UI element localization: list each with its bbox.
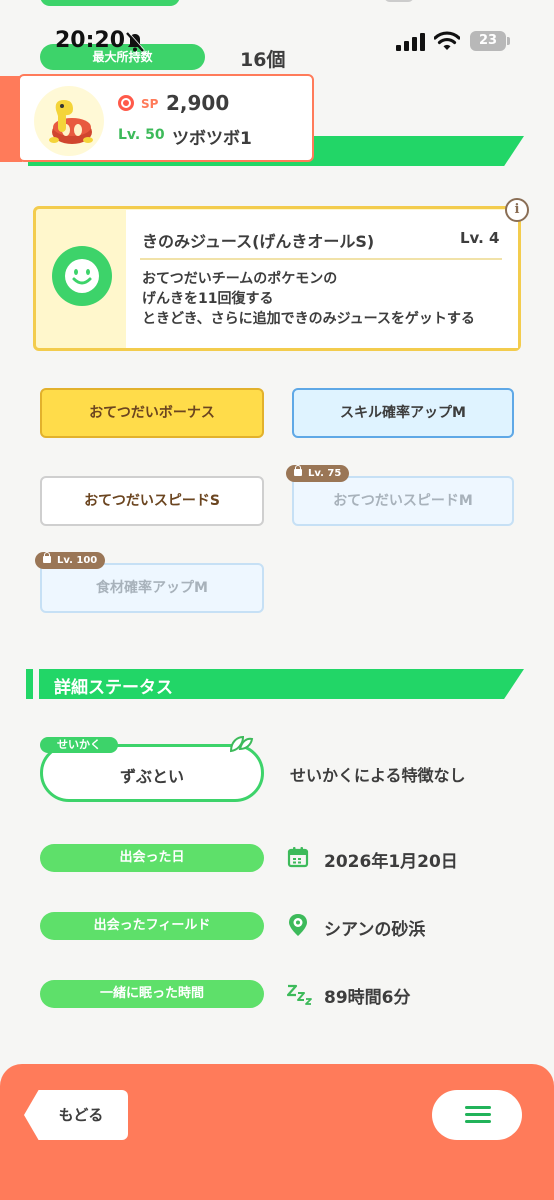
sub-skill-helping-speed-m[interactable]: おてつだいスピードM xyxy=(292,476,514,526)
battery-indicator: 23 xyxy=(470,31,506,51)
sub-skill-ingredient-finder-m[interactable]: 食材確率アップM xyxy=(40,563,264,613)
met-field-label: 出会ったフィールド xyxy=(40,912,264,940)
map-pin-icon xyxy=(289,914,307,936)
partial-top-cap xyxy=(384,0,414,2)
pokemon-avatar xyxy=(34,86,104,156)
battery-nub xyxy=(507,37,510,45)
lock-icon xyxy=(294,465,302,476)
shuckle-icon xyxy=(49,100,93,144)
met-date-label: 出会った日 xyxy=(40,844,264,872)
status-time: 20:20 xyxy=(55,28,126,53)
main-skill-description: おてつだいチームのポケモンの げんきを11回復する ときどき、さらに追加できのみ… xyxy=(142,271,475,327)
sp-value: 2,900 xyxy=(166,91,230,115)
met-field-value: シアンの砂浜 xyxy=(324,920,426,940)
menu-button[interactable] xyxy=(432,1090,522,1140)
sp-icon xyxy=(118,95,134,111)
lock-badge-level: Lv. 75 xyxy=(308,468,342,479)
nature-value: ずぶとい xyxy=(119,767,184,786)
main-skill-level: Lv. 4 xyxy=(460,229,500,247)
partial-top-pill xyxy=(40,0,180,6)
menu-icon-line xyxy=(465,1106,491,1109)
lock-badge-lv100: Lv. 100 xyxy=(35,552,106,569)
sleep-zzz-icon xyxy=(287,984,312,1005)
bell-muted-icon xyxy=(126,31,145,52)
info-icon[interactable]: i xyxy=(505,198,529,222)
wifi-icon xyxy=(434,31,460,50)
calendar-icon xyxy=(287,847,309,868)
main-skill-name: きのみジュース(げんきオールS) xyxy=(142,232,375,251)
detail-header-gap xyxy=(33,669,39,699)
nature-tag: せいかく xyxy=(40,737,118,753)
lock-icon xyxy=(43,552,51,563)
signal-icon xyxy=(396,33,425,51)
sub-skill-helping-speed-s[interactable]: おてつだいスピードS xyxy=(40,476,264,526)
menu-icon-line xyxy=(465,1120,491,1123)
menu-icon-line xyxy=(465,1113,491,1116)
lock-badge-lv75: Lv. 75 xyxy=(286,465,350,482)
pokemon-level: Lv. 50 xyxy=(118,127,165,143)
sleep-time-value: 89時間6分 xyxy=(324,988,411,1008)
back-button[interactable]: もどる xyxy=(24,1090,128,1140)
smile-icon xyxy=(52,246,112,306)
sub-skill-skill-trigger-m[interactable]: スキル確率アップM xyxy=(292,388,514,438)
met-date-value: 2026年1月20日 xyxy=(324,852,458,872)
skill-divider xyxy=(140,258,502,260)
sleep-time-label: 一緒に眠った時間 xyxy=(40,980,264,1008)
sp-label: SP xyxy=(141,97,159,111)
pokemon-name: ツボツボ1 xyxy=(172,129,252,149)
nature-effect: せいかくによる特徴なし xyxy=(290,766,466,785)
lock-badge-level: Lv. 100 xyxy=(57,555,98,566)
sub-skill-helping-bonus[interactable]: おてつだいボーナス xyxy=(40,388,264,438)
max-storage-value: 16個 xyxy=(240,49,286,71)
detail-section-title: 詳細ステータス xyxy=(54,678,173,698)
leaf-icon xyxy=(229,735,254,753)
